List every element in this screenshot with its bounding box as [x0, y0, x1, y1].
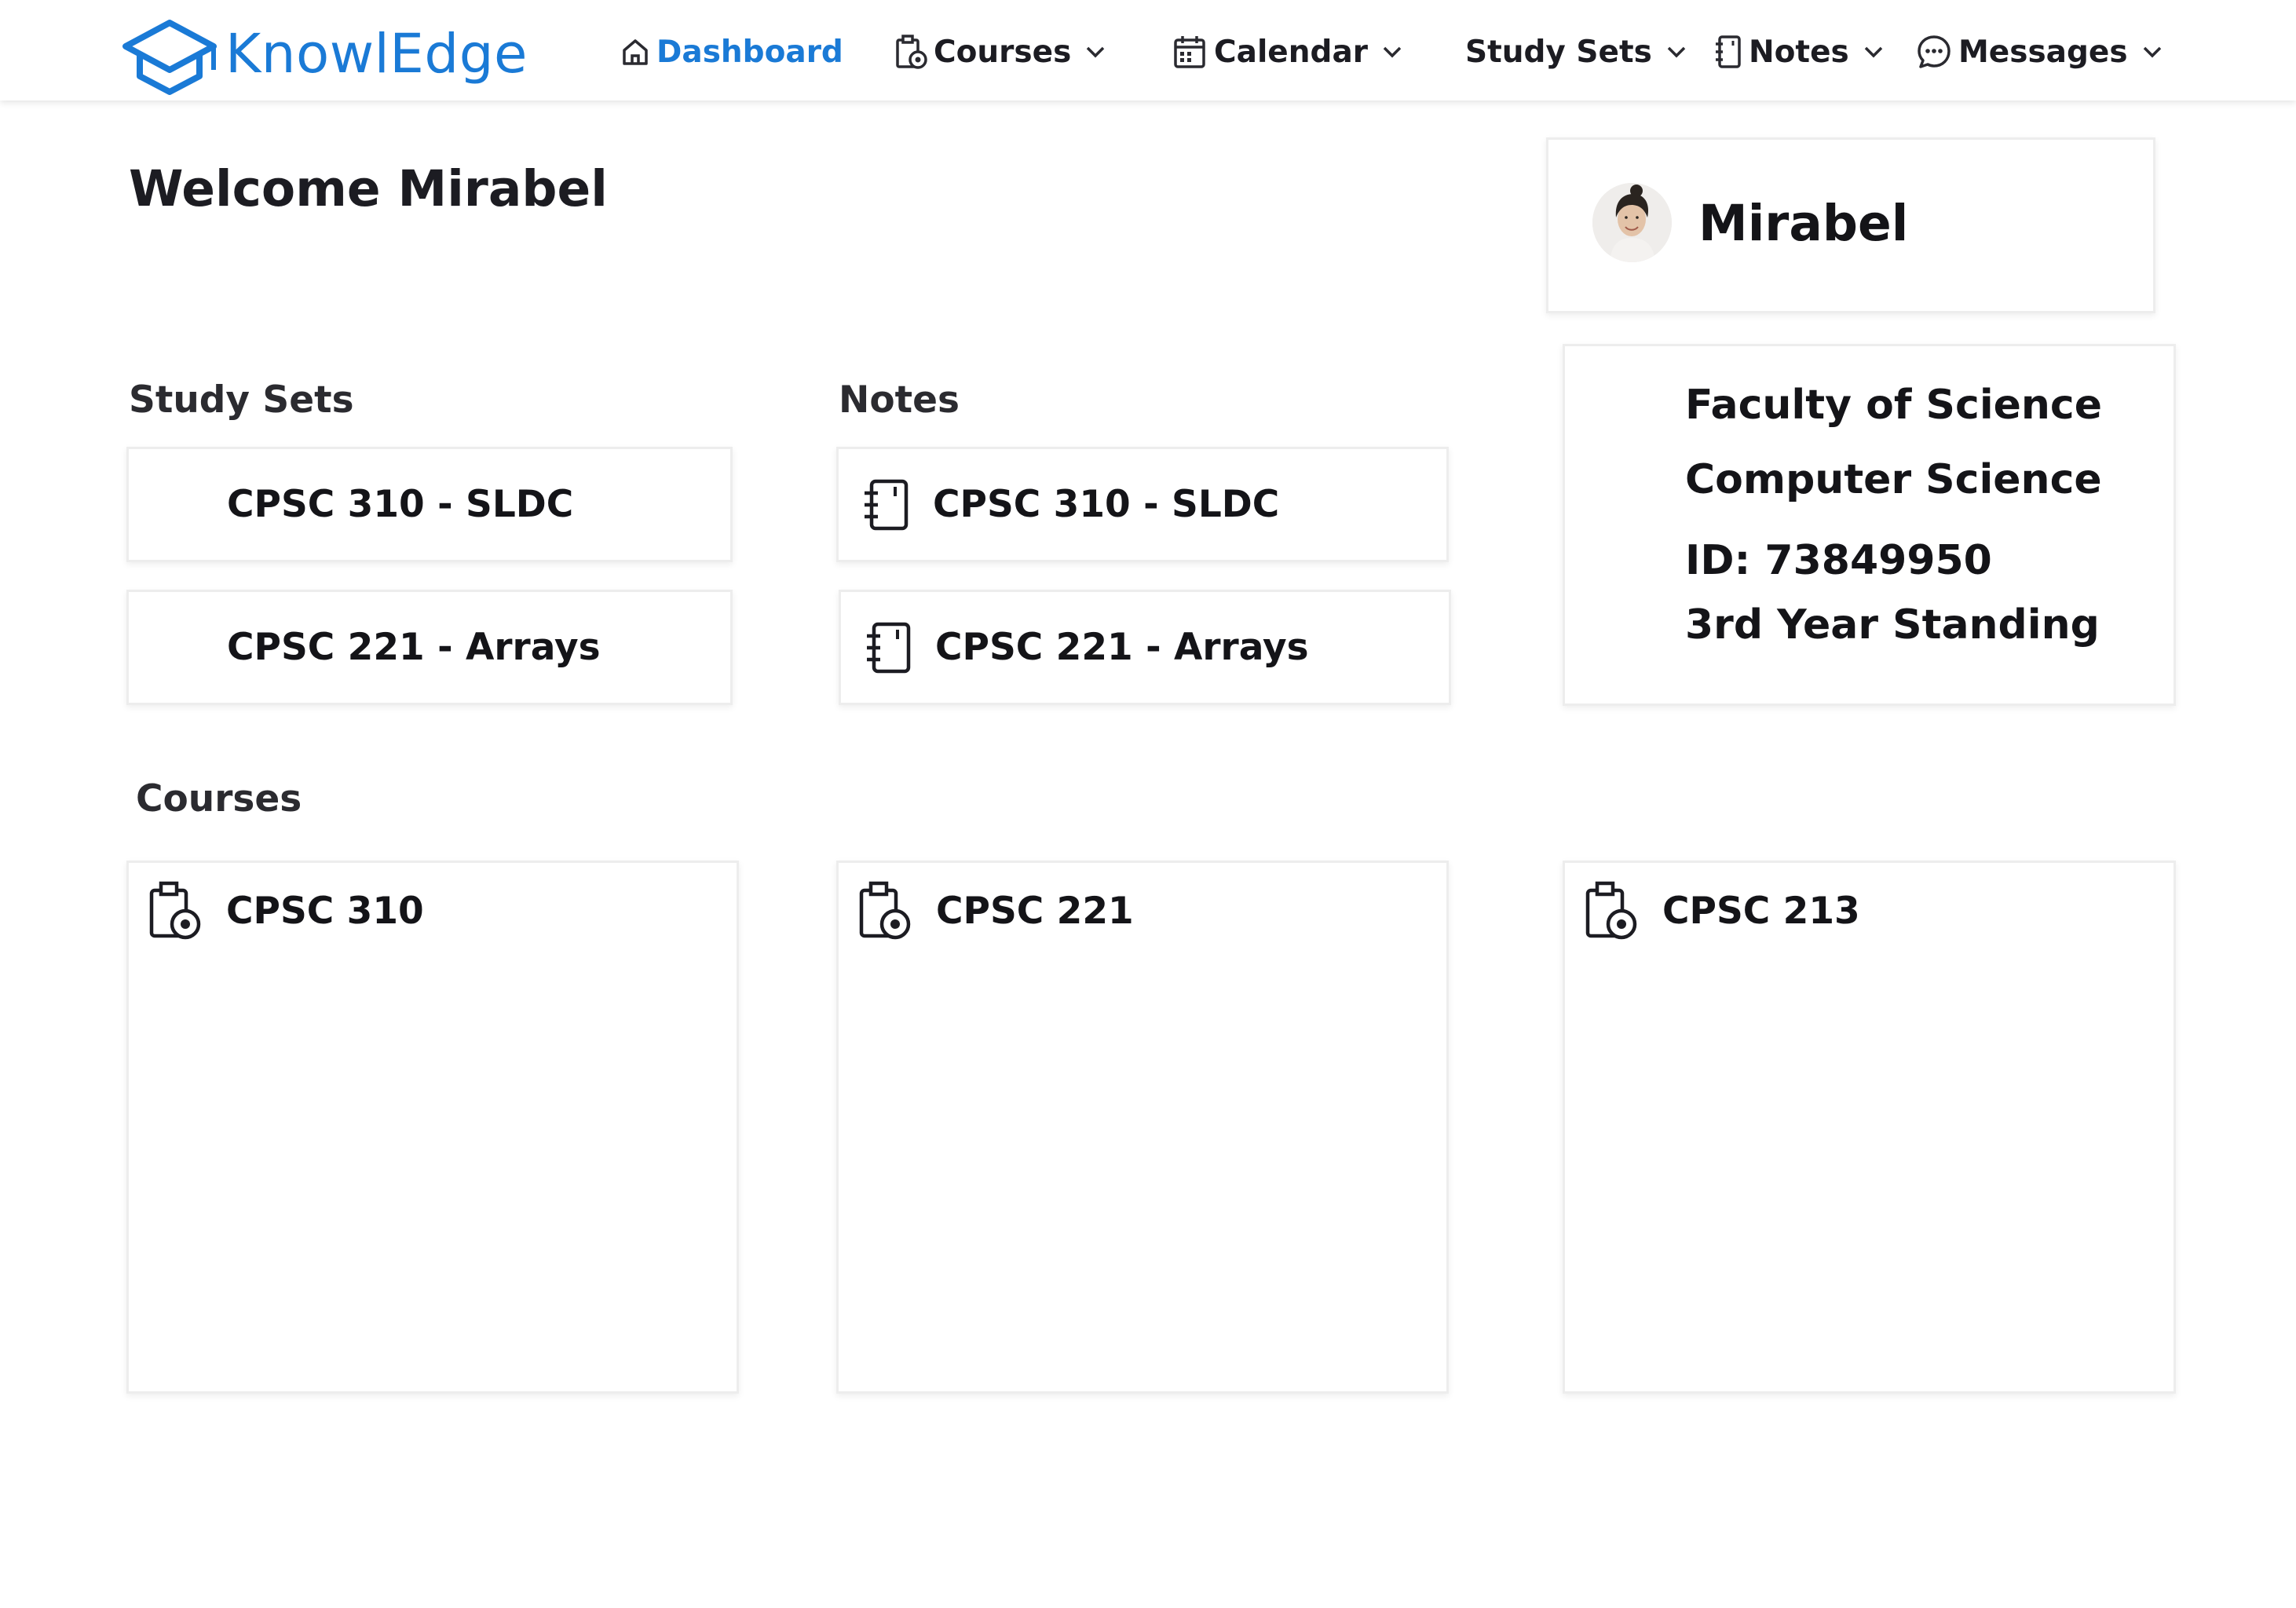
student-info-card: Faculty of Science Computer Science ID: … — [1563, 344, 2176, 706]
nav-courses-label: Courses — [934, 34, 1072, 70]
standing-text: 3rd Year Standing — [1685, 601, 2100, 649]
faculty-text: Faculty of Science — [1685, 382, 2103, 429]
study-set-item[interactable]: CPSC 221 - Arrays — [126, 590, 733, 705]
home-icon — [620, 36, 650, 68]
nav-dashboard[interactable]: Dashboard — [620, 17, 843, 86]
note-item[interactable]: CPSC 310 - SLDC — [836, 447, 1449, 562]
course-card[interactable]: CPSC 221 — [836, 861, 1449, 1394]
nav-study-sets[interactable]: Study Sets — [1465, 17, 1687, 86]
chevron-down-icon — [1382, 46, 1402, 58]
clipboard-icon — [148, 880, 203, 941]
nav-notes[interactable]: Notes — [1714, 17, 1884, 86]
study-set-label: CPSC 221 - Arrays — [227, 626, 601, 669]
avatar — [1592, 183, 1672, 262]
nav-calendar-label: Calendar — [1214, 34, 1368, 70]
note-label: CPSC 310 - SLDC — [933, 483, 1280, 526]
profile-name: Mirabel — [1698, 195, 1909, 252]
note-item[interactable]: CPSC 221 - Arrays — [839, 590, 1451, 705]
nav-study-sets-label: Study Sets — [1465, 34, 1652, 70]
note-label: CPSC 221 - Arrays — [935, 626, 1309, 669]
chevron-down-icon — [2142, 46, 2163, 58]
course-label: CPSC 221 — [936, 889, 1134, 933]
graduation-cap-icon — [121, 12, 219, 97]
profile-card[interactable]: Mirabel — [1546, 137, 2155, 313]
nav-messages-label: Messages — [1958, 34, 2128, 70]
notes-heading: Notes — [839, 378, 960, 422]
study-sets-heading: Study Sets — [129, 378, 354, 422]
app-name: KnowlEdge — [225, 22, 528, 86]
course-card[interactable]: CPSC 310 — [126, 861, 739, 1394]
clipboard-icon — [857, 880, 912, 941]
courses-heading: Courses — [136, 777, 302, 820]
course-card[interactable]: CPSC 213 — [1563, 861, 2176, 1394]
nav-calendar[interactable]: Calendar — [1173, 17, 1402, 86]
welcome-heading: Welcome Mirabel — [129, 160, 608, 217]
chevron-down-icon — [1085, 46, 1106, 58]
notebook-icon — [1714, 34, 1742, 70]
study-set-label: CPSC 310 - SLDC — [227, 483, 574, 526]
clipboard-icon — [894, 34, 927, 70]
notebook-icon — [865, 620, 913, 675]
program-text: Computer Science — [1685, 456, 2102, 503]
student-id-text: ID: 73849950 — [1685, 537, 1992, 584]
calendar-icon — [1173, 34, 1208, 70]
chevron-down-icon — [1863, 46, 1884, 58]
chat-icon — [1916, 34, 1952, 70]
nav-notes-label: Notes — [1749, 34, 1849, 70]
nav-courses[interactable]: Courses — [894, 17, 1106, 86]
course-label: CPSC 213 — [1662, 889, 1860, 933]
chevron-down-icon — [1666, 46, 1687, 58]
nav-messages[interactable]: Messages — [1916, 17, 2163, 86]
course-label: CPSC 310 — [226, 889, 424, 933]
app-logo[interactable]: KnowlEdge — [121, 11, 528, 97]
notebook-icon — [862, 477, 911, 532]
clipboard-icon — [1584, 880, 1639, 941]
study-set-item[interactable]: CPSC 310 - SLDC — [126, 447, 733, 562]
nav-dashboard-label: Dashboard — [656, 34, 843, 70]
